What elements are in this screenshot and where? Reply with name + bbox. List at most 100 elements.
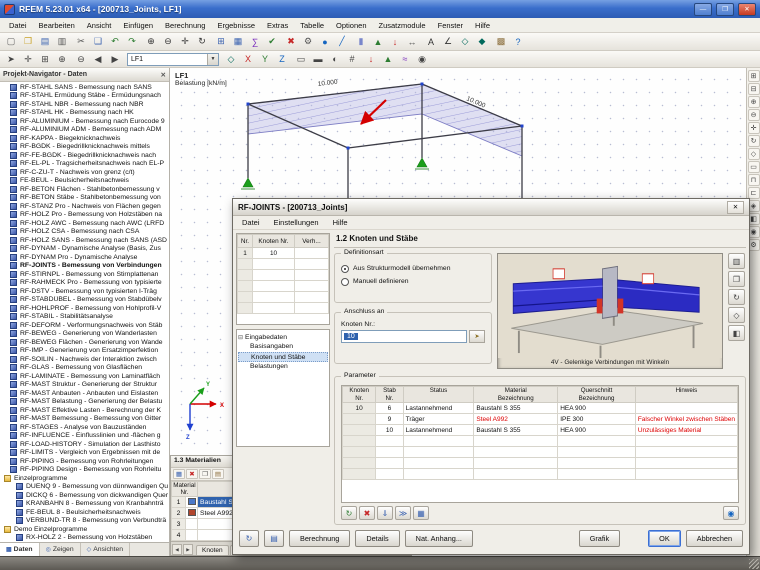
navigator-item[interactable]: KRANBAHN 8 - Bemessung von Kranbahnträ: [2, 500, 169, 509]
menu-item-datei[interactable]: Datei: [3, 20, 33, 31]
navigator-item[interactable]: Einzelprogramme: [2, 474, 169, 483]
berechnung-button[interactable]: Berechnung: [289, 530, 350, 547]
grid-icon[interactable]: ⊞: [213, 35, 229, 49]
node-icon[interactable]: ●: [317, 35, 333, 49]
render-icon[interactable]: ◆: [474, 35, 490, 49]
navigator-item[interactable]: RF-LAMINATE - Bemessung von Laminatfläch: [2, 372, 169, 381]
maximize-button[interactable]: ❐: [716, 3, 734, 16]
dialog-menu-hilfe[interactable]: Hilfe: [326, 217, 355, 228]
parameter-row[interactable]: 9TrägerSteel A992IPE 300Falscher Winkel …: [343, 414, 738, 425]
navigator-item[interactable]: RX-HOLZ 2 - Bemessung von Holzstäben: [2, 534, 169, 543]
navigator-item[interactable]: RF-MAST Bemessung - Bemessung von Gitter: [2, 415, 169, 424]
input-tree-item[interactable]: Belastungen: [238, 362, 328, 372]
close-button[interactable]: ✕: [738, 3, 756, 16]
case-row[interactable]: 110: [238, 248, 329, 259]
menu-item-tabelle[interactable]: Tabelle: [294, 20, 330, 31]
delete-icon[interactable]: ✖: [283, 35, 299, 49]
navigator-item[interactable]: RF-STAHL SANS - Bemessung nach SANS: [2, 83, 169, 92]
menu-item-optionen[interactable]: Optionen: [330, 20, 372, 31]
material-library-icon[interactable]: ▤: [212, 469, 224, 479]
parameters-table[interactable]: KnotenNr.StabNr.Status MaterialBezeichnu…: [342, 386, 738, 480]
settings-gear-icon[interactable]: ⚙: [300, 35, 316, 49]
parameter-row[interactable]: 106LastannehmendBaustahl S 355HEA 900: [343, 403, 738, 414]
minimize-button[interactable]: —: [694, 3, 712, 16]
zoom-out-icon[interactable]: ⊖: [160, 35, 176, 49]
navigator-item[interactable]: RF-INFLUENCE - Einflusslinien und -fläch…: [2, 432, 169, 441]
menu-item-zusatzmodule[interactable]: Zusatzmodule: [373, 20, 432, 31]
calculator-icon[interactable]: ▩: [493, 35, 509, 49]
export-down-icon[interactable]: ⇓: [377, 506, 393, 520]
new-icon[interactable]: ▢: [3, 35, 19, 49]
copy-picture-icon[interactable]: ❐: [728, 271, 745, 287]
solid-model-icon[interactable]: ▬: [310, 52, 326, 66]
navigator-tab-zeigen[interactable]: ◎Zeigen: [40, 543, 81, 556]
show-results-icon[interactable]: ≈: [397, 52, 413, 66]
navigator-item[interactable]: RF-BGDK - Biegedrillknicknachweis mittel…: [2, 143, 169, 152]
materials-tab-knoten[interactable]: Knoten: [196, 545, 229, 555]
navigator-item[interactable]: RF-MAST Struktur - Generierung der Struk…: [2, 381, 169, 390]
abbrechen-button[interactable]: Abbrechen: [686, 530, 743, 547]
input-tree-item[interactable]: Knoten und Stäbe: [238, 352, 328, 362]
shading-icon[interactable]: ◐: [327, 52, 343, 66]
navigator-item[interactable]: RF-STANZ Pro - Nachweis von Flächen gege…: [2, 202, 169, 211]
load-case-combo[interactable]: LF1 ▼: [127, 53, 219, 66]
ok-button[interactable]: OK: [648, 530, 681, 547]
navigator-item[interactable]: RF-STABIL - Stabilitätsanalyse: [2, 313, 169, 322]
navigator-item[interactable]: RF-MAST Effektive Lasten - Berechnung de…: [2, 406, 169, 415]
view-y-icon[interactable]: Y: [257, 52, 273, 66]
check-icon[interactable]: ✔: [264, 35, 280, 49]
navigator-item[interactable]: RF-STIRNPL - Bemessung von Stirnplattena…: [2, 270, 169, 279]
cut-icon[interactable]: ✂: [73, 35, 89, 49]
navigator-item[interactable]: VERBUND-TR 8 - Bemessung von Verbundträ: [2, 517, 169, 526]
navigator-item[interactable]: RF-HOLZ Pro - Bemessung von Holzstäben n…: [2, 211, 169, 220]
navigator-item[interactable]: RF-EL-PL - Tragsicherheitsnachweis nach …: [2, 160, 169, 169]
material-grid-icon[interactable]: ▦: [173, 469, 185, 479]
isometry-view-icon[interactable]: ◇: [223, 52, 239, 66]
pan-hand-icon[interactable]: ✛: [20, 52, 36, 66]
visibility-eye-button[interactable]: ◉: [723, 506, 739, 520]
zoom-all-icon[interactable]: ⊞: [748, 70, 760, 82]
navigator-item[interactable]: RF-C-ZU-T - Nachweis von grenz (c/t): [2, 168, 169, 177]
resize-grip[interactable]: [749, 559, 759, 569]
units-button[interactable]: ▤: [264, 530, 284, 547]
zoom-window-icon[interactable]: ⊞: [37, 52, 53, 66]
preview-3d-icon[interactable]: ◇: [728, 307, 745, 323]
navigator-tab-ansichten[interactable]: ◇Ansichten: [81, 543, 130, 556]
navigator-item[interactable]: RF-BETON Flächen - Stahlbetonbemessung v: [2, 185, 169, 194]
navigator-item[interactable]: DICKQ 6 - Bemessung von dickwandigen Que…: [2, 491, 169, 500]
apply-all-icon[interactable]: ≫: [395, 506, 411, 520]
preview-render-icon[interactable]: ◧: [728, 325, 745, 341]
navigator-item[interactable]: DUENQ 9 - Bemessung von dünnwandigen Qu: [2, 483, 169, 492]
navigator-item[interactable]: RF-RAHMECK Pro - Bemessung von typisiert…: [2, 279, 169, 288]
definition-option[interactable]: Aus Strukturmodell übernehmen: [341, 262, 485, 275]
undo-icon[interactable]: ↶: [107, 35, 123, 49]
navigator-item[interactable]: RF-JOINTS - Bemessung von Verbindungen: [2, 262, 169, 271]
isometric-view-icon[interactable]: ◇: [748, 148, 760, 160]
help-icon[interactable]: ?: [510, 35, 526, 49]
sum-icon[interactable]: ∑: [247, 35, 263, 49]
front-view-icon[interactable]: ▭: [748, 161, 760, 173]
menu-item-einfügen[interactable]: Einfügen: [117, 20, 159, 31]
navigator-item[interactable]: RF-STAHL Ermüdung Stäbe - Ermüdungsnach: [2, 92, 169, 101]
navigator-item[interactable]: RF-SOILIN - Nachweis der Interaktion zwi…: [2, 355, 169, 364]
recalculate-icon[interactable]: ↻: [341, 506, 357, 520]
show-supports-icon[interactable]: ▲: [380, 52, 396, 66]
navigator-item[interactable]: Demo Einzelprogramme: [2, 525, 169, 534]
nat-anhang-button[interactable]: Nat. Anhang...: [405, 530, 473, 547]
navigator-item[interactable]: FE-BEUL - Beulsicherheitsnachweis: [2, 177, 169, 186]
details-button[interactable]: Details: [355, 530, 399, 547]
navigator-item[interactable]: RF-BETON Stäbe - Stahlbetonbemessung von: [2, 194, 169, 203]
view-z-icon[interactable]: Z: [274, 52, 290, 66]
previous-view-icon[interactable]: ◀: [90, 52, 106, 66]
text-icon[interactable]: A: [423, 35, 439, 49]
navigator-item[interactable]: RF-HOLZ AWC - Bemessung nach AWC (LRFD: [2, 219, 169, 228]
pan-icon[interactable]: ✛: [177, 35, 193, 49]
rotate-icon[interactable]: ↻: [194, 35, 210, 49]
navigator-item[interactable]: RF-STAHL HK - Bemessung nach HK: [2, 109, 169, 118]
navigator-item[interactable]: RF-FE-BGDK - Biegedrillknicknachweis nac…: [2, 151, 169, 160]
dialog-title-bar[interactable]: RF-JOINTS - [200713_Joints] ✕: [233, 199, 749, 216]
navigator-item[interactable]: RF-IMP - Generierung von Ersatzimperfekt…: [2, 347, 169, 356]
navigator-item[interactable]: FE-BEUL 8 - Beulsicherheitsnachweis: [2, 508, 169, 517]
menu-item-extras[interactable]: Extras: [261, 20, 294, 31]
pick-node-button[interactable]: ➤: [469, 330, 485, 343]
